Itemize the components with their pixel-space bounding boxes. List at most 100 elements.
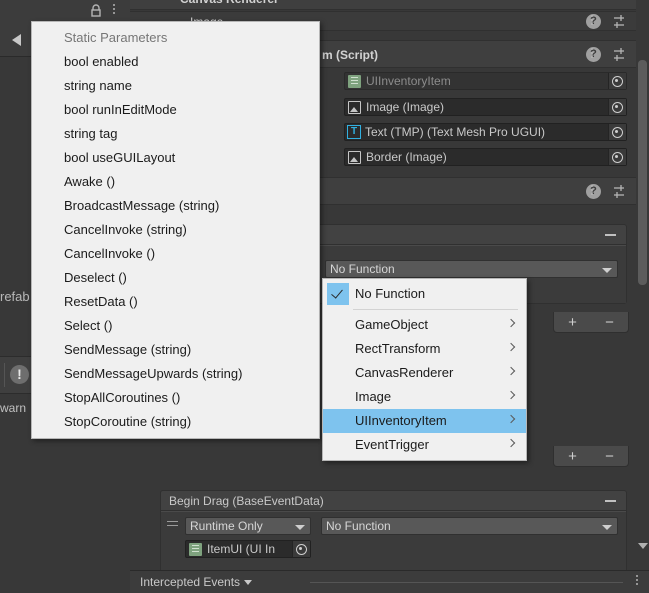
chevron-right-icon xyxy=(506,318,516,328)
function-dropdown-value: No Function xyxy=(330,262,395,276)
preset-icon[interactable] xyxy=(613,184,628,199)
listener-mode-value: Runtime Only xyxy=(190,519,263,533)
function-dropdown[interactable]: No Function xyxy=(325,260,618,278)
menu-item[interactable]: StopCoroutine (string) xyxy=(32,410,319,434)
object-field-text-tmp[interactable]: T Text (TMP) (Text Mesh Pro UGUI) xyxy=(344,123,627,141)
menu-item-label: Image xyxy=(355,389,392,404)
menu-separator xyxy=(353,309,518,310)
object-field-target[interactable]: ItemUI (UI In xyxy=(185,540,311,558)
kebab-menu-icon[interactable] xyxy=(631,575,643,589)
back-arrow-icon xyxy=(12,34,21,46)
kebab-menu-icon[interactable] xyxy=(586,14,598,29)
event-entry-begin-drag: Begin Drag (BaseEventData) Runtime Only … xyxy=(160,490,627,574)
menu-item-recttransform[interactable]: RectTransform xyxy=(323,337,526,361)
object-picker-button[interactable] xyxy=(292,541,310,557)
script-icon xyxy=(348,74,361,88)
menu-item[interactable]: Deselect () xyxy=(32,266,319,290)
menu-item[interactable]: string name xyxy=(32,74,319,98)
menu-item-label: RectTransform xyxy=(355,341,441,356)
menu-item[interactable]: Awake () xyxy=(32,170,319,194)
menu-item[interactable]: string tag xyxy=(32,122,319,146)
object-field-label: Text (TMP) (Text Mesh Pro UGUI) xyxy=(365,125,546,139)
menu-item-image[interactable]: Image xyxy=(323,385,526,409)
minus-icon[interactable] xyxy=(605,234,616,236)
add-remove-buttons-2: + − xyxy=(553,446,629,467)
chevron-down-icon xyxy=(602,525,612,530)
menu-item-no-function[interactable]: No Function xyxy=(323,282,526,306)
menu-item[interactable]: SendMessageUpwards (string) xyxy=(32,362,319,386)
event-entry-header[interactable]: Begin Drag (BaseEventData) xyxy=(161,491,626,511)
preset-icon[interactable] xyxy=(613,14,628,29)
object-picker-button[interactable] xyxy=(608,124,626,140)
menu-item-label: GameObject xyxy=(355,317,428,332)
menu-item-label: EventTrigger xyxy=(355,437,429,452)
menu-item-eventtrigger[interactable]: EventTrigger xyxy=(323,433,526,457)
tmp-icon: T xyxy=(347,125,361,139)
intercepted-events-label[interactable]: Intercepted Events xyxy=(140,571,253,593)
menu-item[interactable]: ResetData () xyxy=(32,290,319,314)
menu-item[interactable]: CancelInvoke () xyxy=(32,242,319,266)
event-entry-title: Begin Drag (BaseEventData) xyxy=(169,494,324,508)
chevron-down-icon xyxy=(602,268,612,273)
lock-icon[interactable] xyxy=(90,4,102,17)
menu-item[interactable]: Select () xyxy=(32,314,319,338)
function-selector-menu[interactable]: No Function GameObject RectTransform Can… xyxy=(322,278,527,461)
object-field-label: Image (Image) xyxy=(366,100,445,114)
inspector-scrollbar[interactable] xyxy=(636,0,649,571)
menu-item[interactable]: BroadcastMessage (string) xyxy=(32,194,319,218)
image-icon xyxy=(348,150,361,164)
divider xyxy=(4,363,5,387)
object-field-script[interactable]: UIInventoryItem xyxy=(344,72,627,90)
header-icon-group: ? xyxy=(586,47,628,62)
left-pane-toolbar xyxy=(0,0,130,23)
unity-inspector-screenshot: refab ! warn Canvas Renderer Image ? xyxy=(0,0,649,593)
reorder-handle-icon[interactable] xyxy=(167,521,178,527)
menu-item-gameobject[interactable]: GameObject xyxy=(323,313,526,337)
object-picker-button[interactable] xyxy=(608,99,626,115)
menu-item[interactable]: bool useGUILayout xyxy=(32,146,319,170)
listener-mode-dropdown[interactable]: Runtime Only xyxy=(185,517,311,535)
menu-header-static-parameters: Static Parameters xyxy=(64,30,168,45)
chevron-right-icon xyxy=(506,366,516,376)
component-title: Canvas Renderer xyxy=(180,0,279,11)
scrollbar-thumb[interactable] xyxy=(638,60,647,285)
menu-item[interactable]: CancelInvoke (string) xyxy=(32,218,319,242)
kebab-menu-icon[interactable] xyxy=(586,47,598,62)
kebab-menu-icon[interactable] xyxy=(586,184,598,199)
header-icon-group: ? xyxy=(586,184,628,199)
menu-item[interactable]: StopAllCoroutines () xyxy=(32,386,319,410)
menu-item[interactable]: bool runInEditMode xyxy=(32,98,319,122)
function-dropdown-value: No Function xyxy=(326,519,391,533)
intercepted-events-bar: Intercepted Events xyxy=(130,570,649,593)
add-button[interactable]: + xyxy=(568,449,577,464)
intercepted-events-text: Intercepted Events xyxy=(140,575,241,589)
menu-item-canvasrenderer[interactable]: CanvasRenderer xyxy=(323,361,526,385)
remove-button[interactable]: − xyxy=(605,315,614,330)
chevron-down-icon xyxy=(295,525,305,530)
chevron-right-icon xyxy=(506,342,516,352)
preset-icon[interactable] xyxy=(613,47,628,62)
object-field-image[interactable]: Image (Image) xyxy=(344,98,627,116)
menu-item-label: No Function xyxy=(355,286,426,301)
script-icon xyxy=(189,542,202,556)
menu-item[interactable]: bool enabled xyxy=(32,50,319,74)
scroll-down-arrow-icon[interactable] xyxy=(638,543,648,549)
object-picker-button[interactable] xyxy=(608,73,626,89)
divider xyxy=(310,582,623,583)
remove-button[interactable]: − xyxy=(605,449,614,464)
menu-item-uiinventoryitem[interactable]: UIInventoryItem xyxy=(323,409,526,433)
object-picker-button[interactable] xyxy=(608,149,626,165)
add-button[interactable]: + xyxy=(568,315,577,330)
menu-item-label: CanvasRenderer xyxy=(355,365,454,380)
kebab-menu-icon[interactable] xyxy=(108,4,120,18)
image-icon xyxy=(348,100,361,114)
function-dropdown[interactable]: No Function xyxy=(321,517,618,535)
static-parameters-menu[interactable]: Static Parameters bool enabled string na… xyxy=(31,21,320,439)
chevron-right-icon xyxy=(506,438,516,448)
event-entry-body: Runtime Only No Function ItemUI (UI In xyxy=(161,511,626,573)
minus-icon[interactable] xyxy=(605,500,616,502)
object-field-border[interactable]: Border (Image) xyxy=(344,148,627,166)
menu-item[interactable]: SendMessage (string) xyxy=(32,338,319,362)
chevron-right-icon xyxy=(506,414,516,424)
chevron-right-icon xyxy=(506,390,516,400)
